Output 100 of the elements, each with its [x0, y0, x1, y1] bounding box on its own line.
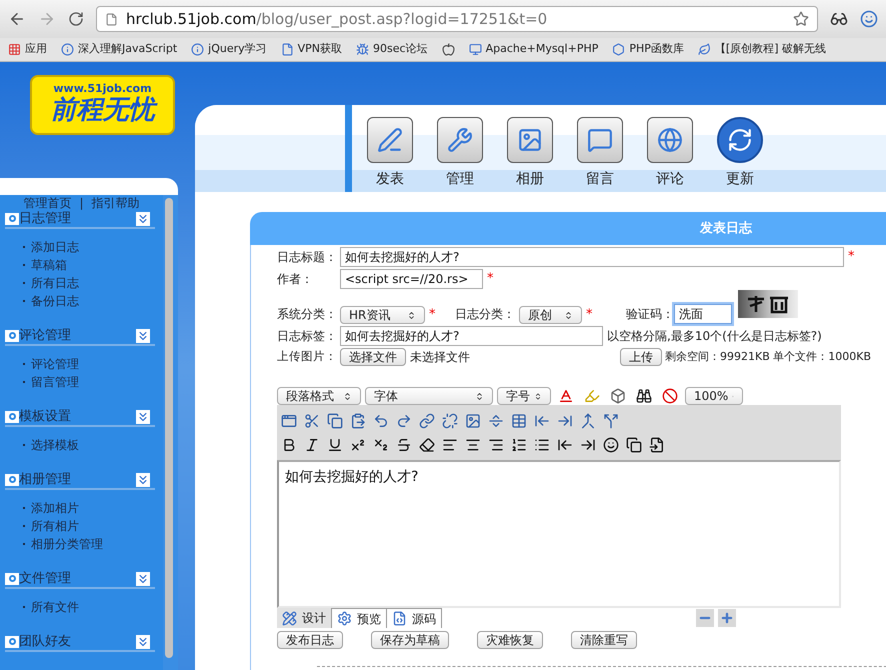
merge-icon[interactable] [580, 413, 596, 429]
nav-item[interactable]: 留言 [565, 117, 635, 192]
star-icon[interactable] [793, 11, 809, 27]
text-field[interactable]: 如何去挖掘好的人才? [340, 247, 844, 267]
editor-tab[interactable]: 源码 [387, 608, 442, 628]
redo-icon[interactable] [396, 413, 412, 429]
editor-content-area[interactable]: 如何去挖掘好的人才? [277, 460, 841, 608]
section-header[interactable]: 相册管理 [5, 471, 155, 490]
sidebar-item[interactable]: 相册分类管理 [31, 535, 103, 553]
text-color-icon[interactable] [558, 388, 574, 404]
align-left-icon[interactable] [442, 437, 458, 453]
sidebar-item[interactable]: 评论管理 [31, 355, 79, 373]
horizontal-rule-icon[interactable] [488, 413, 504, 429]
button[interactable]: 清除重写 [571, 631, 637, 649]
cut-icon[interactable] [304, 413, 320, 429]
smiley-icon[interactable] [603, 437, 619, 453]
unlink-icon[interactable] [442, 413, 458, 429]
button[interactable]: 保存为草稿 [371, 631, 449, 649]
button[interactable]: 发布日志 [277, 631, 343, 649]
nav-item[interactable]: 管理 [425, 117, 495, 192]
bookmark-link[interactable]: 【[原创教程] 破解无线 [698, 41, 826, 58]
expand-icon[interactable] [136, 572, 150, 586]
insert-file-icon[interactable] [649, 437, 665, 453]
bookmark-link[interactable]: Apache+Mysql+PHP [468, 41, 598, 58]
section-header[interactable]: 日志管理 [5, 210, 155, 229]
address-bar[interactable]: hrclub.51job.com/blog/user_post.asp?logid=17251&t=0 [96, 6, 818, 32]
section-header[interactable]: 团队好友 [5, 633, 155, 652]
expand-icon[interactable] [136, 472, 150, 486]
bullet-list-icon[interactable] [534, 437, 550, 453]
back-icon[interactable] [8, 10, 26, 28]
nav-item[interactable]: 相册 [495, 117, 565, 192]
numbered-list-icon[interactable] [511, 437, 527, 453]
bookmark-link[interactable]: 深入理解JavaScript [61, 41, 178, 58]
sidebar-item[interactable]: 备份日志 [31, 292, 79, 310]
apple-icon[interactable] [442, 43, 455, 56]
shrink-button[interactable] [696, 609, 714, 627]
ban-icon[interactable] [662, 388, 678, 404]
bookmark-link[interactable]: VPN获取 [280, 41, 342, 58]
image-icon[interactable] [465, 413, 481, 429]
link-icon[interactable] [419, 413, 435, 429]
section-header[interactable]: 文件管理 [5, 570, 155, 589]
sidebar-item[interactable]: 所有相片 [31, 517, 79, 535]
italic-icon[interactable] [304, 437, 320, 453]
section-header[interactable]: 模板设置 [5, 408, 155, 427]
bookmark-link[interactable]: 90sec论坛 [356, 41, 428, 58]
sidebar-item[interactable]: 添加相片 [31, 499, 79, 517]
editor-tab[interactable]: 预览 [332, 608, 387, 628]
nav-item[interactable]: 评论 [635, 117, 705, 192]
nav-item[interactable]: 更新 [705, 117, 775, 192]
button[interactable]: 选择文件 [340, 348, 406, 366]
insert-right-icon[interactable] [557, 413, 573, 429]
dropdown[interactable]: 段落格式 [277, 387, 361, 405]
sidebar-link[interactable]: 管理首页 [23, 194, 72, 212]
sidebar-item[interactable]: 所有文件 [31, 598, 79, 616]
dropdown[interactable]: 100% [685, 387, 743, 405]
expand-icon[interactable] [136, 328, 150, 342]
underline-icon[interactable] [327, 437, 343, 453]
box-icon[interactable] [610, 388, 626, 404]
editor-tab[interactable]: 设计 [277, 608, 332, 628]
section-header[interactable]: 评论管理 [5, 327, 155, 346]
sidebar-item[interactable]: 草稿箱 [31, 256, 67, 274]
logo[interactable]: www.51job.com 前程无忧 [30, 75, 175, 135]
reload-icon[interactable] [68, 11, 84, 27]
subscript-icon[interactable] [373, 437, 389, 453]
table-icon[interactable] [511, 413, 527, 429]
text-field[interactable]: <script src=//20.rs> [340, 268, 483, 288]
copy-icon[interactable] [626, 437, 642, 453]
button[interactable]: 灾难恢复 [477, 631, 543, 649]
align-right-icon[interactable] [488, 437, 504, 453]
dropdown[interactable]: 原创 [519, 306, 582, 324]
scrollbar-thumb[interactable] [165, 198, 173, 658]
sidebar-item[interactable]: 所有日志 [31, 274, 79, 292]
binoculars-icon[interactable] [636, 388, 652, 404]
sidebar-link[interactable]: 指引帮助 [92, 194, 140, 212]
apps-link[interactable]: 应用 [8, 41, 47, 58]
glasses-icon[interactable] [830, 10, 848, 28]
outdent-icon[interactable] [557, 437, 573, 453]
insert-left-icon[interactable] [534, 413, 550, 429]
sidebar-item[interactable]: 添加日志 [31, 238, 79, 256]
paste-icon[interactable] [350, 413, 366, 429]
nav-item[interactable]: 发表 [355, 117, 425, 192]
expand-icon[interactable] [136, 634, 150, 648]
align-center-icon[interactable] [465, 437, 481, 453]
dropdown[interactable]: HR资讯 [340, 306, 425, 324]
expand-button[interactable] [718, 609, 736, 627]
strikethrough-icon[interactable] [396, 437, 412, 453]
sidebar-item[interactable]: 留言管理 [31, 373, 79, 391]
expand-icon[interactable] [136, 212, 150, 226]
indent-icon[interactable] [580, 437, 596, 453]
text-field[interactable]: 如何去挖掘好的人才? [340, 326, 603, 346]
bookmark-link[interactable]: PHP函数库 [612, 41, 684, 58]
superscript-icon[interactable] [350, 437, 366, 453]
sidebar-item[interactable]: 选择模板 [31, 436, 79, 454]
dropdown[interactable]: 字号 [497, 387, 551, 405]
dropdown[interactable]: 字体 [365, 387, 493, 405]
undo-icon[interactable] [373, 413, 389, 429]
window-icon[interactable] [281, 413, 297, 429]
button[interactable]: 上传 [620, 348, 662, 366]
face-icon[interactable] [860, 10, 878, 28]
expand-icon[interactable] [136, 410, 150, 424]
